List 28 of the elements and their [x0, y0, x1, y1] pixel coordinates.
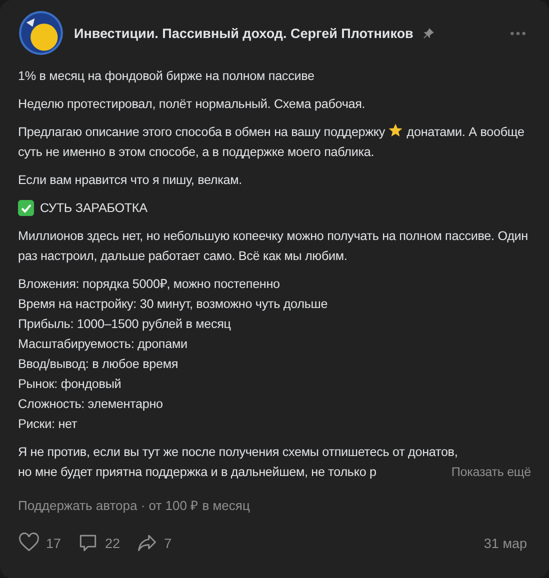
post-text: Сложность: элементарно — [18, 396, 164, 413]
heading-text: СУТЬ ЗАРАБОТКА — [40, 200, 148, 217]
check-icon — [18, 200, 34, 216]
show-more-link[interactable]: Показать ещё — [451, 462, 531, 482]
support-link[interactable]: Поддержать автора · от 100 ₽ в месяц — [18, 496, 250, 514]
post-text: Я не против, если вы тут же после получения схемы отпишетесь от донатов, — [18, 444, 459, 461]
share-button[interactable]: 7 — [136, 532, 172, 554]
post-text: Масштабируемость: дропами — [18, 336, 188, 353]
post-text: Риски: нет — [18, 416, 78, 433]
comment-button[interactable]: 22 — [77, 532, 120, 554]
star-icon — [388, 123, 404, 138]
author-name[interactable]: Инвестиции. Пассивный доход. Сергей Плотников — [74, 26, 414, 40]
post-text: Миллионов здесь нет, но небольшую копеечку можно получать на полном пассиве. Один раз настроил, дальше работает само. Всё как мы любим. — [18, 228, 529, 265]
post-date: 31 мар — [484, 536, 527, 550]
post-text: Прибыль: 1000–1500 рублей в месяц — [18, 316, 232, 333]
post-text: Рынок: фондовый — [18, 376, 122, 393]
post-text: 1% в месяц на фондовой бирже на полном пассиве — [18, 68, 316, 85]
like-button[interactable]: 17 — [18, 532, 62, 554]
post-text: Неделю протестировал, полёт нормальный. Схема рабочая. — [18, 96, 366, 113]
post-text: Вложения: порядка 5000₽, можно постепенно — [18, 276, 281, 293]
post-text: Если вам нравится что я пишу, велкам. — [18, 172, 243, 189]
post-text: Предлагаю описание этого способа в обмен на вашу поддержку донатами. А вообще суть не именно в этом способе, а в поддержке моего паблика. — [18, 122, 526, 161]
heart-icon — [18, 532, 40, 554]
share-arrow-icon — [136, 532, 158, 554]
post-text: Время на настройку: 30 минут, возможно чуть дольше — [18, 296, 329, 313]
more-icon[interactable] — [509, 30, 527, 36]
post-text: но мне будет приятна поддержка и в дальнейшем, не только р — [18, 464, 376, 481]
post-text: Ввод/вывод: в любое время — [18, 356, 180, 373]
